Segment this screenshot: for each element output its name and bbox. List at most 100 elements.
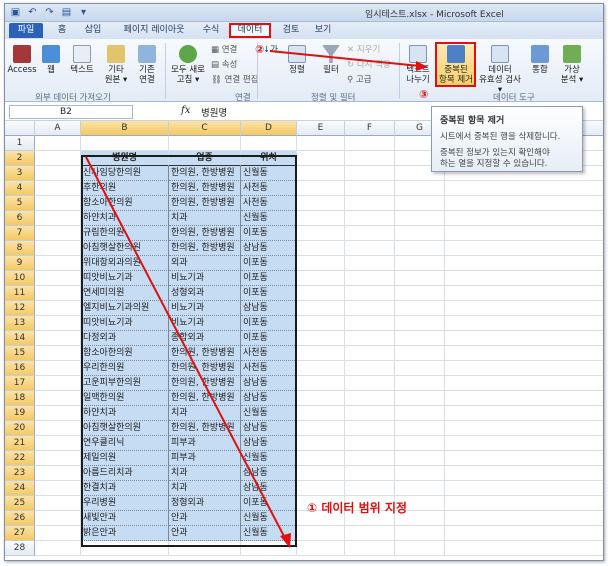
empty-cell[interactable]	[169, 136, 241, 151]
row-header[interactable]: 10	[5, 271, 35, 286]
table-cell[interactable]: 이포동	[241, 226, 297, 241]
empty-cell[interactable]	[345, 541, 395, 556]
empty-cell[interactable]	[35, 361, 81, 376]
empty-cell[interactable]	[297, 316, 345, 331]
table-cell[interactable]: 한의원, 한방병원	[169, 391, 241, 406]
empty-cell[interactable]	[345, 481, 395, 496]
empty-cell[interactable]	[35, 376, 81, 391]
table-cell[interactable]: 정형외과	[169, 496, 241, 511]
row-header[interactable]: 3	[5, 166, 35, 181]
empty-cell[interactable]	[445, 346, 603, 361]
empty-cell[interactable]	[35, 541, 81, 556]
empty-cell[interactable]	[395, 256, 445, 271]
empty-cell[interactable]	[345, 316, 395, 331]
empty-cell[interactable]	[35, 511, 81, 526]
worksheet-grid[interactable]: ① 데이터 범위 지정 A B C D E F G 1 2 병원명 업종 위치 3 신사임당한의원 한의원,…	[5, 121, 603, 560]
table-cell[interactable]: 종합외과	[169, 331, 241, 346]
empty-cell[interactable]	[297, 166, 345, 181]
table-cell[interactable]: 신월동	[241, 451, 297, 466]
data-validation-button[interactable]: 데이터 유효성 검사 ▾	[477, 45, 523, 95]
advanced-filter-button[interactable]: ⚲ 고급	[347, 75, 372, 85]
empty-cell[interactable]	[345, 391, 395, 406]
row-header[interactable]: 27	[5, 526, 35, 541]
text-to-columns-button[interactable]: 텍스트 나누기	[403, 45, 433, 85]
text-import-button[interactable]: 텍스트	[65, 45, 99, 75]
select-all-corner[interactable]	[5, 121, 35, 136]
empty-cell[interactable]	[395, 541, 445, 556]
table-cell[interactable]: 비뇨기과	[169, 316, 241, 331]
empty-cell[interactable]	[395, 406, 445, 421]
empty-cell[interactable]	[297, 466, 345, 481]
table-cell[interactable]: 비뇨기과	[169, 271, 241, 286]
empty-cell[interactable]	[35, 331, 81, 346]
table-cell[interactable]: 한의원, 한방병원	[169, 361, 241, 376]
existing-connections-button[interactable]: 기존 연결	[133, 45, 161, 85]
empty-cell[interactable]	[345, 466, 395, 481]
empty-cell[interactable]	[345, 406, 395, 421]
empty-cell[interactable]	[297, 271, 345, 286]
empty-cell[interactable]	[35, 256, 81, 271]
empty-cell[interactable]	[395, 421, 445, 436]
row-header[interactable]: 25	[5, 496, 35, 511]
sort-button[interactable]: 정렬	[285, 45, 309, 75]
properties-button[interactable]: ▤ 속성	[211, 60, 237, 70]
empty-cell[interactable]	[445, 301, 603, 316]
empty-cell[interactable]	[35, 421, 81, 436]
empty-cell[interactable]	[35, 181, 81, 196]
table-cell[interactable]: 삼남동	[241, 436, 297, 451]
row-header[interactable]: 28	[5, 541, 35, 556]
table-cell[interactable]: 사천동	[241, 346, 297, 361]
empty-cell[interactable]	[395, 436, 445, 451]
table-cell[interactable]: 피부과	[169, 436, 241, 451]
table-cell[interactable]: 이포동	[241, 271, 297, 286]
row-header[interactable]: 14	[5, 331, 35, 346]
empty-cell[interactable]	[445, 316, 603, 331]
web-button[interactable]: 웹	[39, 45, 63, 75]
consolidate-button[interactable]: 통합	[525, 45, 555, 75]
table-cell[interactable]: 위치	[241, 151, 297, 166]
empty-cell[interactable]	[35, 301, 81, 316]
formula-value[interactable]: 병원명	[201, 105, 227, 119]
row-header[interactable]: 4	[5, 181, 35, 196]
empty-cell[interactable]	[297, 346, 345, 361]
row-header[interactable]: 26	[5, 511, 35, 526]
insert-function-icon[interactable]: fx	[181, 105, 190, 116]
table-cell[interactable]: 병원명	[81, 151, 169, 166]
table-cell[interactable]: 신월동	[241, 211, 297, 226]
save-icon[interactable]: ▣	[9, 6, 22, 19]
tab-file[interactable]: 파일	[9, 23, 43, 38]
table-cell[interactable]: 이포동	[241, 316, 297, 331]
table-cell[interactable]: 한의원, 한방병원	[169, 421, 241, 436]
row-header[interactable]: 11	[5, 286, 35, 301]
table-cell[interactable]: 일맥한의원	[81, 391, 169, 406]
redo-icon[interactable]: ↷	[43, 6, 56, 19]
connections-button[interactable]: ▦ 연결	[211, 45, 237, 55]
empty-cell[interactable]	[35, 136, 81, 151]
table-cell[interactable]: 사천동	[241, 181, 297, 196]
empty-cell[interactable]	[297, 301, 345, 316]
row-header[interactable]: 22	[5, 451, 35, 466]
empty-cell[interactable]	[241, 136, 297, 151]
empty-cell[interactable]	[395, 361, 445, 376]
column-header-f[interactable]: F	[345, 121, 395, 136]
empty-cell[interactable]	[445, 241, 603, 256]
empty-cell[interactable]	[297, 286, 345, 301]
empty-cell[interactable]	[445, 466, 603, 481]
empty-cell[interactable]	[445, 451, 603, 466]
table-cell[interactable]: 아름드리치과	[81, 466, 169, 481]
row-header[interactable]: 23	[5, 466, 35, 481]
table-cell[interactable]: 한의원, 한방병원	[169, 166, 241, 181]
table-cell[interactable]: 한의원, 한방병원	[169, 196, 241, 211]
empty-cell[interactable]	[297, 241, 345, 256]
table-cell[interactable]: 신월동	[241, 406, 297, 421]
empty-cell[interactable]	[395, 271, 445, 286]
row-header[interactable]: 21	[5, 436, 35, 451]
empty-cell[interactable]	[35, 436, 81, 451]
empty-cell[interactable]	[35, 196, 81, 211]
empty-cell[interactable]	[445, 421, 603, 436]
empty-cell[interactable]	[297, 391, 345, 406]
table-cell[interactable]: 사천동	[241, 361, 297, 376]
table-cell[interactable]: 함소아한의원	[81, 196, 169, 211]
empty-cell[interactable]	[35, 406, 81, 421]
empty-cell[interactable]	[445, 286, 603, 301]
